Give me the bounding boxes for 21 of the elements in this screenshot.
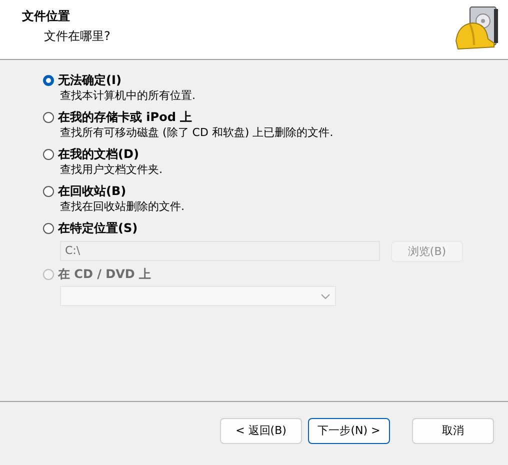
option-description: 查找所有可移动磁盘 (除了 CD 和软盘) 上已删除的文件. xyxy=(59,125,334,141)
radio-option[interactable]: 在回收站(B) xyxy=(43,183,508,199)
radio-option[interactable]: 在特定位置(S) xyxy=(43,220,508,236)
chevron-down-icon xyxy=(321,294,330,298)
radio-option[interactable]: 在我的文档(D) xyxy=(43,146,508,162)
wizard-button[interactable]: 取消 xyxy=(412,418,494,444)
option-description: 查找在回收站删除的文件. xyxy=(59,199,186,215)
wizard-button[interactable]: < 返回(B) xyxy=(220,418,302,444)
radio-button[interactable] xyxy=(43,222,54,234)
page-title: 文件位置 xyxy=(22,8,71,25)
radio-button[interactable] xyxy=(43,112,54,122)
radio-button[interactable] xyxy=(43,148,54,160)
page-subtitle: 文件在哪里? xyxy=(43,28,110,45)
wizard-button[interactable]: 下一步(N) > xyxy=(308,418,390,444)
radio-button[interactable] xyxy=(43,186,54,196)
option-description: 查找本计算机中的所有位置. xyxy=(59,88,196,104)
radio-button[interactable] xyxy=(43,74,54,86)
hard-drive-helmet-icon xyxy=(454,5,500,51)
option-description: 查找用户文档文件夹. xyxy=(59,162,164,178)
radio-option[interactable]: 在我的存储卡或 iPod 上 xyxy=(43,109,508,125)
radio-option[interactable]: 无法确定(I) xyxy=(43,72,508,88)
